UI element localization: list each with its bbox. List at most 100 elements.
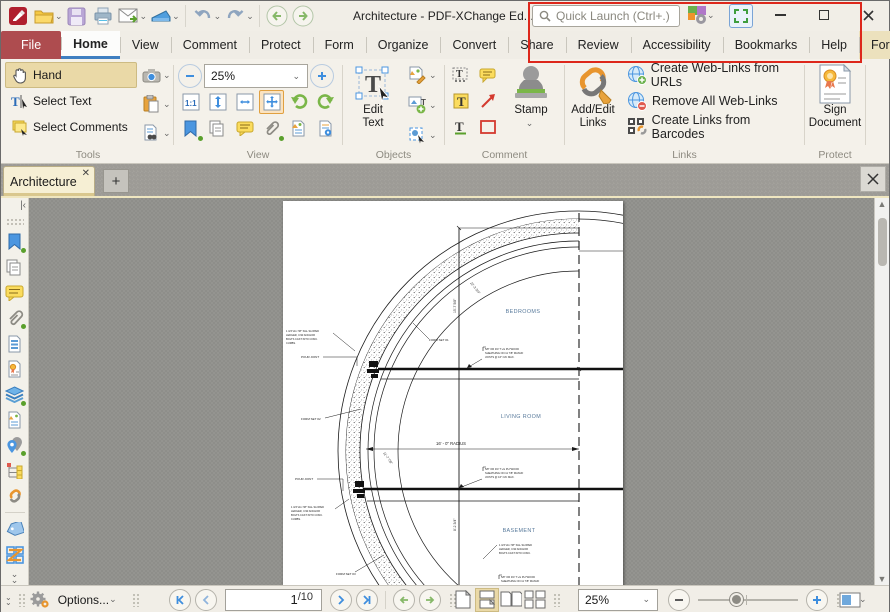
print-button[interactable] — [90, 3, 116, 29]
scroll-down-icon[interactable]: ▼ — [878, 573, 887, 585]
tab-form[interactable]: Form — [313, 31, 366, 59]
scan-dropdown[interactable]: ⌄ — [172, 11, 180, 22]
text-box-tool-button[interactable]: T — [447, 88, 475, 114]
rotate-cw-button[interactable] — [313, 90, 338, 114]
sidebar-comments-icon[interactable] — [5, 284, 25, 302]
edit-image-dropdown[interactable]: ⌄ — [429, 70, 437, 81]
minimize-button[interactable] — [763, 1, 797, 29]
tab-comment[interactable]: Comment — [171, 31, 249, 59]
continuous-view-button[interactable] — [475, 588, 499, 612]
tab-convert[interactable]: Convert — [440, 31, 508, 59]
zoom-slider[interactable] — [698, 599, 798, 601]
statusbar-drag-handle[interactable] — [18, 593, 26, 607]
sign-document-button[interactable]: Sign Document — [807, 60, 863, 144]
open-button[interactable] — [31, 3, 57, 29]
sidebar-thumbnails-icon[interactable] — [5, 258, 25, 276]
document-tab-close-icon[interactable]: ✕ — [82, 168, 90, 179]
statusbar-gears-icon[interactable] — [30, 591, 52, 609]
sticky-note-tool-button[interactable] — [474, 62, 502, 88]
tab-help[interactable]: Help — [809, 31, 859, 59]
view-forward-button[interactable] — [419, 589, 441, 611]
save-button[interactable] — [64, 3, 90, 29]
statusbar-zoom-select[interactable]: 25%⌄ — [578, 589, 658, 611]
reading-mode-button[interactable] — [839, 591, 861, 609]
previous-page-button[interactable] — [195, 589, 217, 611]
sidebar-layers-icon[interactable] — [5, 385, 25, 403]
create-barcode-links-button[interactable]: Create Links from Barcodes — [627, 114, 804, 140]
single-page-view-button[interactable] — [451, 588, 475, 612]
scrollbar-thumb[interactable] — [878, 218, 887, 266]
sidebar-fields-icon[interactable] — [5, 546, 25, 564]
typewriter-tool-button[interactable]: T — [447, 62, 475, 88]
fit-page-button[interactable] — [232, 90, 257, 114]
zoom-drag-handle[interactable] — [553, 593, 561, 607]
pane-options-button[interactable] — [313, 116, 338, 140]
rectangle-tool-button[interactable] — [474, 114, 502, 140]
sidebar-content-icon[interactable] — [5, 411, 25, 429]
actual-size-button[interactable]: 1:1 — [178, 90, 203, 114]
comments-pane-button[interactable] — [232, 116, 257, 140]
select-object-button[interactable] — [403, 122, 431, 148]
sidebar-bookmarks-icon[interactable] — [5, 233, 25, 251]
nav-drag-handle[interactable] — [132, 593, 140, 607]
redo-button[interactable] — [222, 3, 248, 29]
ui-options-button[interactable]: ⌄ — [687, 4, 716, 26]
sidebar-places-icon[interactable] — [5, 436, 25, 454]
create-weblinks-button[interactable]: Create Web-Links from URLs — [627, 62, 804, 88]
statusbar-more-panes-icon[interactable]: ⌄⌄ — [5, 595, 12, 605]
history-forward-button[interactable] — [290, 3, 316, 29]
collapse-pane-icon[interactable]: |‹ — [20, 200, 26, 211]
open-dropdown[interactable]: ⌄ — [55, 11, 63, 22]
options-dropdown[interactable]: ⌄ — [109, 594, 117, 605]
fit-width-button[interactable] — [205, 90, 230, 114]
email-button[interactable] — [116, 3, 142, 29]
document-tab-architecture[interactable]: Architecture ✕ — [3, 166, 95, 196]
last-page-button[interactable] — [356, 589, 378, 611]
paste-button[interactable] — [137, 91, 165, 117]
zoom-slider-knob[interactable] — [730, 593, 743, 606]
hand-tool-button[interactable]: Hand — [5, 62, 137, 88]
tab-bookmarks[interactable]: Bookmarks — [723, 31, 810, 59]
underline-tool-button[interactable]: T — [447, 114, 475, 140]
sidebar-signatures-icon[interactable] — [5, 360, 25, 378]
grid-view-button[interactable] — [523, 588, 547, 612]
ui-options-dropdown[interactable]: ⌄ — [707, 10, 715, 21]
add-object-button[interactable]: T — [403, 92, 431, 118]
select-object-dropdown[interactable]: ⌄ — [429, 130, 437, 141]
stamp-button[interactable]: Stamp ⌄ — [503, 60, 559, 144]
fit-visible-button[interactable] — [259, 90, 284, 114]
select-comments-button[interactable]: Select Comments — [5, 114, 137, 140]
fullscreen-button[interactable] — [729, 4, 753, 28]
pdf-page[interactable]: 16' - 0" RADIUS 22'-3 3/4" 15'-7 5/8" 8'… — [283, 201, 623, 585]
sidebar-destinations-icon[interactable] — [5, 334, 25, 352]
tab-protect[interactable]: Protect — [249, 31, 313, 59]
find-button[interactable] — [137, 120, 165, 146]
rotate-ccw-button[interactable] — [286, 90, 311, 114]
zoom-in-button[interactable] — [310, 64, 334, 88]
select-text-button[interactable]: T Select Text — [5, 88, 137, 114]
close-documents-button[interactable] — [860, 166, 886, 192]
pane-drag-handle[interactable] — [6, 218, 24, 226]
snapshot-dropdown[interactable]: ⌄ — [163, 70, 171, 81]
stamp-dropdown[interactable]: ⌄ — [526, 117, 534, 130]
edit-image-button[interactable] — [403, 62, 431, 88]
tab-file[interactable]: File — [1, 31, 61, 59]
two-page-view-button[interactable] — [499, 588, 523, 612]
add-edit-links-button[interactable]: Add/Edit Links — [565, 60, 621, 144]
tab-home[interactable]: Home — [61, 31, 120, 59]
tab-view[interactable]: View — [120, 31, 171, 59]
find-dropdown[interactable]: ⌄ — [163, 128, 171, 139]
first-page-button[interactable] — [169, 589, 191, 611]
ribbon-zoom-select[interactable]: 25%⌄ — [204, 64, 308, 88]
paste-dropdown[interactable]: ⌄ — [163, 99, 171, 110]
tab-review[interactable]: Review — [566, 31, 631, 59]
undo-button[interactable] — [190, 3, 216, 29]
edit-text-button[interactable]: T Edit Text — [345, 60, 401, 144]
more-panes-icon[interactable]: ⌄⌄ — [11, 571, 19, 583]
attachments-pane-button[interactable] — [259, 116, 284, 140]
thumbnails-pane-button[interactable] — [205, 116, 230, 140]
add-object-dropdown[interactable]: ⌄ — [429, 100, 437, 111]
next-page-button[interactable] — [330, 589, 352, 611]
options-button[interactable]: Options... — [58, 593, 109, 607]
quick-launch-input[interactable]: Quick Launch (Ctrl+.) — [532, 5, 680, 27]
